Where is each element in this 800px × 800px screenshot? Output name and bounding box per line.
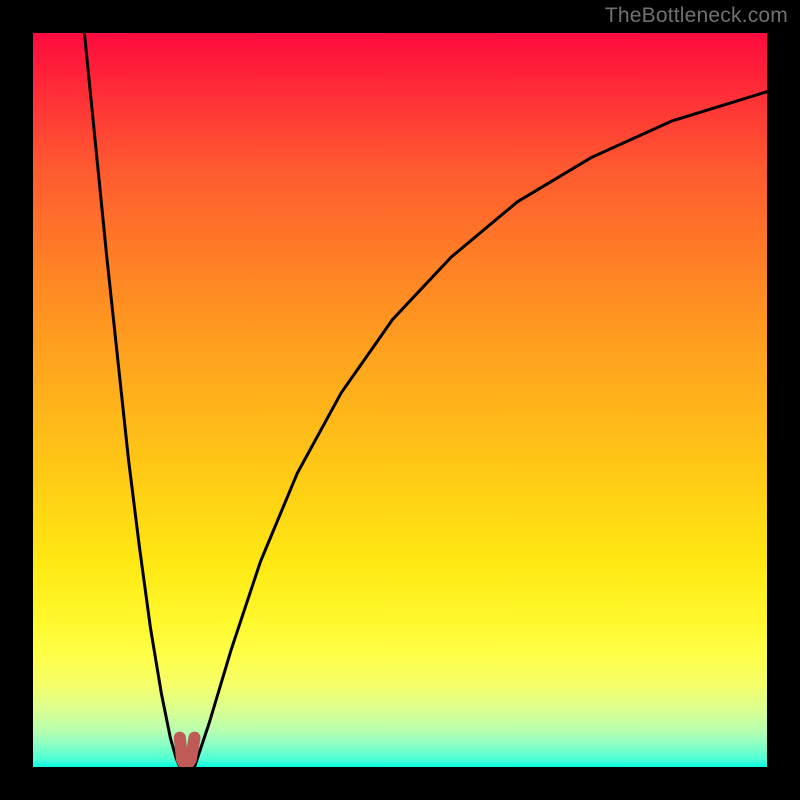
min-marker <box>180 738 195 767</box>
left-branch-curve <box>84 33 179 767</box>
right-branch-curve <box>195 92 768 767</box>
watermark-label: TheBottleneck.com <box>605 4 788 28</box>
chart-curves <box>33 33 767 767</box>
chart-frame: TheBottleneck.com <box>0 0 800 800</box>
chart-plot-area <box>33 33 767 767</box>
